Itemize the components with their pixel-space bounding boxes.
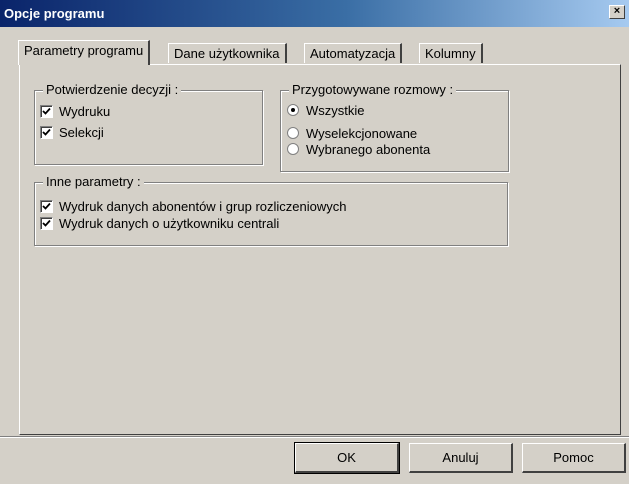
checkbox-wydruk-danych-uzytkownika[interactable]: Wydruk danych o użytkowniku centrali	[40, 216, 279, 231]
close-icon: ×	[613, 5, 621, 17]
checkbox-box	[40, 105, 53, 118]
checkmark-icon	[42, 219, 51, 227]
group-title: Przygotowywane rozmowy :	[289, 82, 457, 97]
button-label: OK	[337, 450, 356, 465]
ok-button[interactable]: OK	[294, 442, 400, 474]
group-potwierdzenie-decyzji: Potwierdzenie decyzji : Wydruku Selekcji	[34, 82, 263, 165]
radio-wybranego-abonenta[interactable]: Wybranego abonenta	[287, 142, 430, 157]
button-label: Anuluj	[442, 450, 479, 465]
radio-button	[287, 104, 299, 116]
radio-button	[287, 143, 299, 155]
close-button[interactable]: ×	[609, 5, 625, 19]
group-title: Potwierdzenie decyzji :	[43, 82, 182, 97]
tab-label: Parametry programu	[24, 43, 144, 58]
title-bar: Opcje programu ×	[0, 0, 629, 27]
cancel-button[interactable]: Anuluj	[409, 443, 513, 473]
checkbox-selekcji[interactable]: Selekcji	[40, 125, 104, 140]
checkbox-label: Wydruku	[59, 104, 111, 119]
checkbox-wydruku[interactable]: Wydruku	[40, 104, 110, 119]
radio-dot-icon	[291, 108, 295, 112]
tab-panel-parametry-programu: Potwierdzenie decyzji : Wydruku Selekcji…	[19, 64, 621, 435]
checkbox-box	[40, 126, 53, 139]
radio-button	[287, 127, 299, 139]
button-label: Pomoc	[553, 450, 594, 465]
tab-automatyzacja[interactable]: Automatyzacja	[304, 43, 403, 63]
checkbox-label: Wydruk danych o użytkowniku centrali	[59, 216, 280, 231]
group-inne-parametry: Inne parametry : Wydruk danych abonentów…	[34, 174, 508, 246]
checkbox-box	[40, 200, 53, 213]
radio-label: Wszystkie	[306, 103, 365, 118]
tab-label: Kolumny	[425, 46, 476, 61]
tab-kolumny[interactable]: Kolumny	[419, 43, 483, 63]
window-title: Opcje programu	[4, 6, 105, 21]
checkbox-label: Selekcji	[59, 125, 104, 140]
checkbox-box	[40, 217, 53, 230]
checkbox-wydruk-danych-abonentow[interactable]: Wydruk danych abonentów i grup rozliczen…	[40, 199, 346, 214]
group-przygotowywane-rozmowy: Przygotowywane rozmowy : Wszystkie Wysel…	[280, 82, 509, 172]
radio-label: Wybranego abonenta	[306, 142, 431, 157]
checkmark-icon	[42, 128, 51, 136]
tab-parametry-programu[interactable]: Parametry programu	[18, 40, 151, 65]
help-button[interactable]: Pomoc	[522, 443, 626, 473]
group-title: Inne parametry :	[43, 174, 144, 189]
radio-wyselekcjonowane[interactable]: Wyselekcjonowane	[287, 126, 417, 141]
tab-label: Dane użytkownika	[174, 46, 280, 61]
checkmark-icon	[42, 202, 51, 210]
tab-label: Automatyzacja	[310, 46, 396, 61]
checkbox-label: Wydruk danych abonentów i grup rozliczen…	[59, 199, 347, 214]
radio-wszystkie[interactable]: Wszystkie	[287, 103, 365, 118]
checkmark-icon	[42, 107, 51, 115]
button-separator	[0, 436, 629, 438]
radio-label: Wyselekcjonowane	[306, 126, 418, 141]
tab-dane-uzytkownika[interactable]: Dane użytkownika	[168, 43, 287, 63]
